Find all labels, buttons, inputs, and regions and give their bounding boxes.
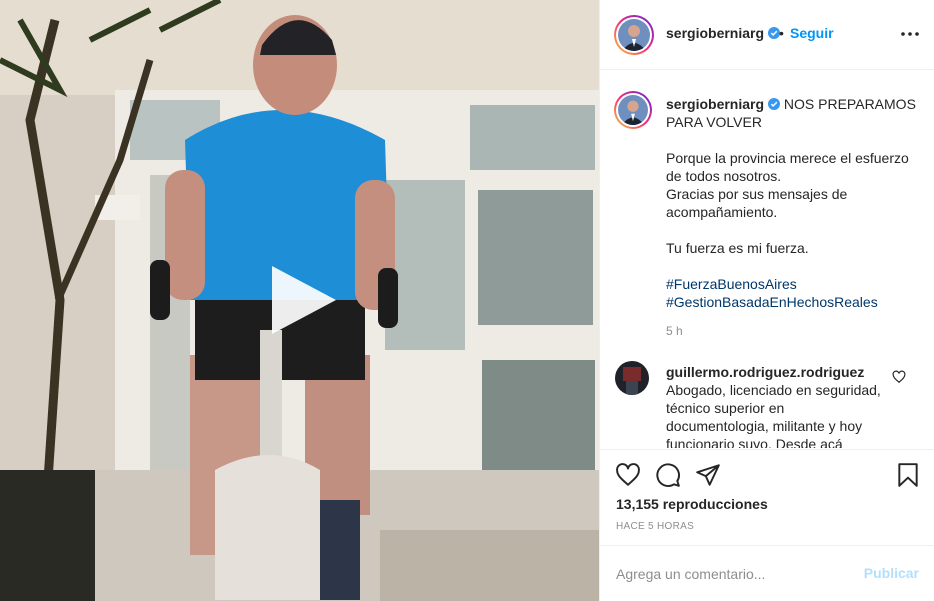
action-bar: 13,155 reproducciones HACE 5 HORAS: [600, 449, 934, 545]
author-photo: [618, 19, 650, 51]
caption-username[interactable]: sergioberniarg: [666, 96, 764, 112]
view-count[interactable]: 13,155 reproducciones: [616, 496, 768, 512]
header-separator: •: [779, 25, 784, 41]
caption-line: Gracias por sus mensajes de acompañamien…: [666, 186, 848, 220]
author-avatar[interactable]: [614, 15, 654, 55]
comment-text: Abogado, licenciado en seguridad, técnic…: [666, 382, 881, 448]
comment: guillermo.rodriguez.rodriguez Abogado, l…: [666, 363, 886, 448]
comment-like-heart-icon[interactable]: [892, 370, 906, 384]
caption-line: Tu fuerza es mi fuerza.: [666, 240, 809, 256]
caption-timestamp[interactable]: 5 h: [666, 324, 683, 338]
comment-input[interactable]: [616, 563, 846, 585]
hashtag-link[interactable]: #FuerzaBuenosAires: [666, 275, 916, 293]
publish-button[interactable]: Publicar: [864, 565, 919, 581]
post-time-ago[interactable]: HACE 5 HORAS: [616, 521, 694, 532]
heart-icon[interactable]: [615, 462, 641, 488]
caption-line: Porque la provincia merece el esfuerzo d…: [666, 150, 909, 184]
hashtag-link[interactable]: #GestionBasadaEnHechosReales: [666, 293, 916, 311]
bookmark-icon[interactable]: [895, 462, 921, 488]
play-icon: [272, 266, 336, 334]
video-player[interactable]: [0, 0, 599, 601]
caption: sergioberniarg NOS PREPARAMOS PARA VOLVE…: [666, 95, 916, 311]
author-username-link[interactable]: sergioberniarg: [666, 25, 781, 41]
commenter-username[interactable]: guillermo.rodriguez.rodriguez: [666, 363, 886, 381]
comment-icon[interactable]: [655, 462, 681, 488]
post-header: sergioberniarg • Seguir: [600, 0, 934, 70]
more-options-icon[interactable]: [899, 26, 921, 42]
commenter-avatar[interactable]: [615, 361, 649, 395]
play-button[interactable]: [262, 262, 342, 338]
comment-composer: Publicar: [600, 545, 934, 601]
caption-author-avatar[interactable]: [614, 91, 652, 129]
follow-button[interactable]: Seguir: [790, 25, 834, 41]
share-icon[interactable]: [695, 462, 721, 488]
verified-badge-icon: [768, 98, 781, 110]
commenter-photo: [615, 361, 649, 395]
author-username: sergioberniarg: [666, 25, 765, 41]
comments-section[interactable]: sergioberniarg NOS PREPARAMOS PARA VOLVE…: [600, 71, 934, 448]
caption-author-photo: [618, 95, 648, 125]
post-side-panel: sergioberniarg • Seguir sergioberniarg N…: [599, 0, 934, 601]
